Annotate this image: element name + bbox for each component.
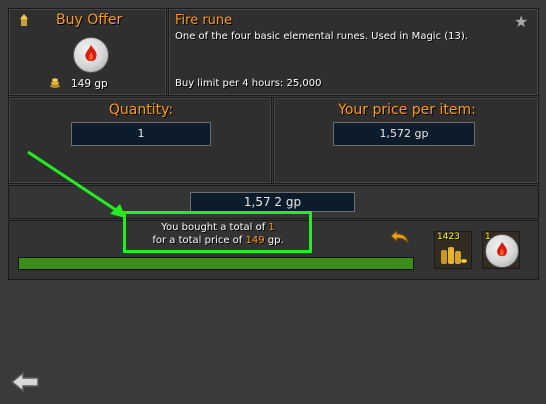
highlight-arrow-icon [27,150,126,218]
back-arrow-icon[interactable] [10,371,40,393]
progress-fill [19,258,413,269]
offer-price-label: 149 gp [71,78,108,90]
item-info-panel: Fire rune One of the four basic elementa… [168,8,539,96]
price-per-item-label: Your price per item: [338,102,476,118]
offer-progress-bar [18,257,414,270]
quantity-input[interactable]: 1 [71,122,211,146]
collect-rune-slot[interactable]: 1 [482,231,520,269]
coins-icon [50,78,60,88]
highlight-box [123,211,312,253]
buy-offer-icon [20,14,28,26]
quantity-label: Quantity: [108,102,174,118]
coins-stack-icon [441,247,467,264]
total-price-field: 1,57 2 gp [190,192,355,212]
price-panel: Your price per item: 1,572 gp [273,97,539,184]
collect-coins-slot[interactable]: 1423 [434,231,472,269]
offer-type-panel: Buy Offer 149 gp [8,8,167,96]
offer-item-icon [73,37,109,73]
undo-arrow-icon[interactable] [389,229,411,245]
item-examine-text: One of the four basic elemental runes. U… [175,31,468,42]
offer-type-title: Buy Offer [56,12,123,28]
buy-limit-text: Buy limit per 4 hours: 25,000 [175,78,322,89]
item-name: Fire rune [175,13,233,28]
fire-rune-icon [485,234,519,268]
coins-count: 1423 [437,232,460,242]
grand-exchange-offer-panel: Buy Offer 149 gp Fire rune One of the fo… [0,0,546,404]
price-input[interactable]: 1,572 gp [333,122,475,146]
star-icon[interactable]: ★ [514,12,528,31]
